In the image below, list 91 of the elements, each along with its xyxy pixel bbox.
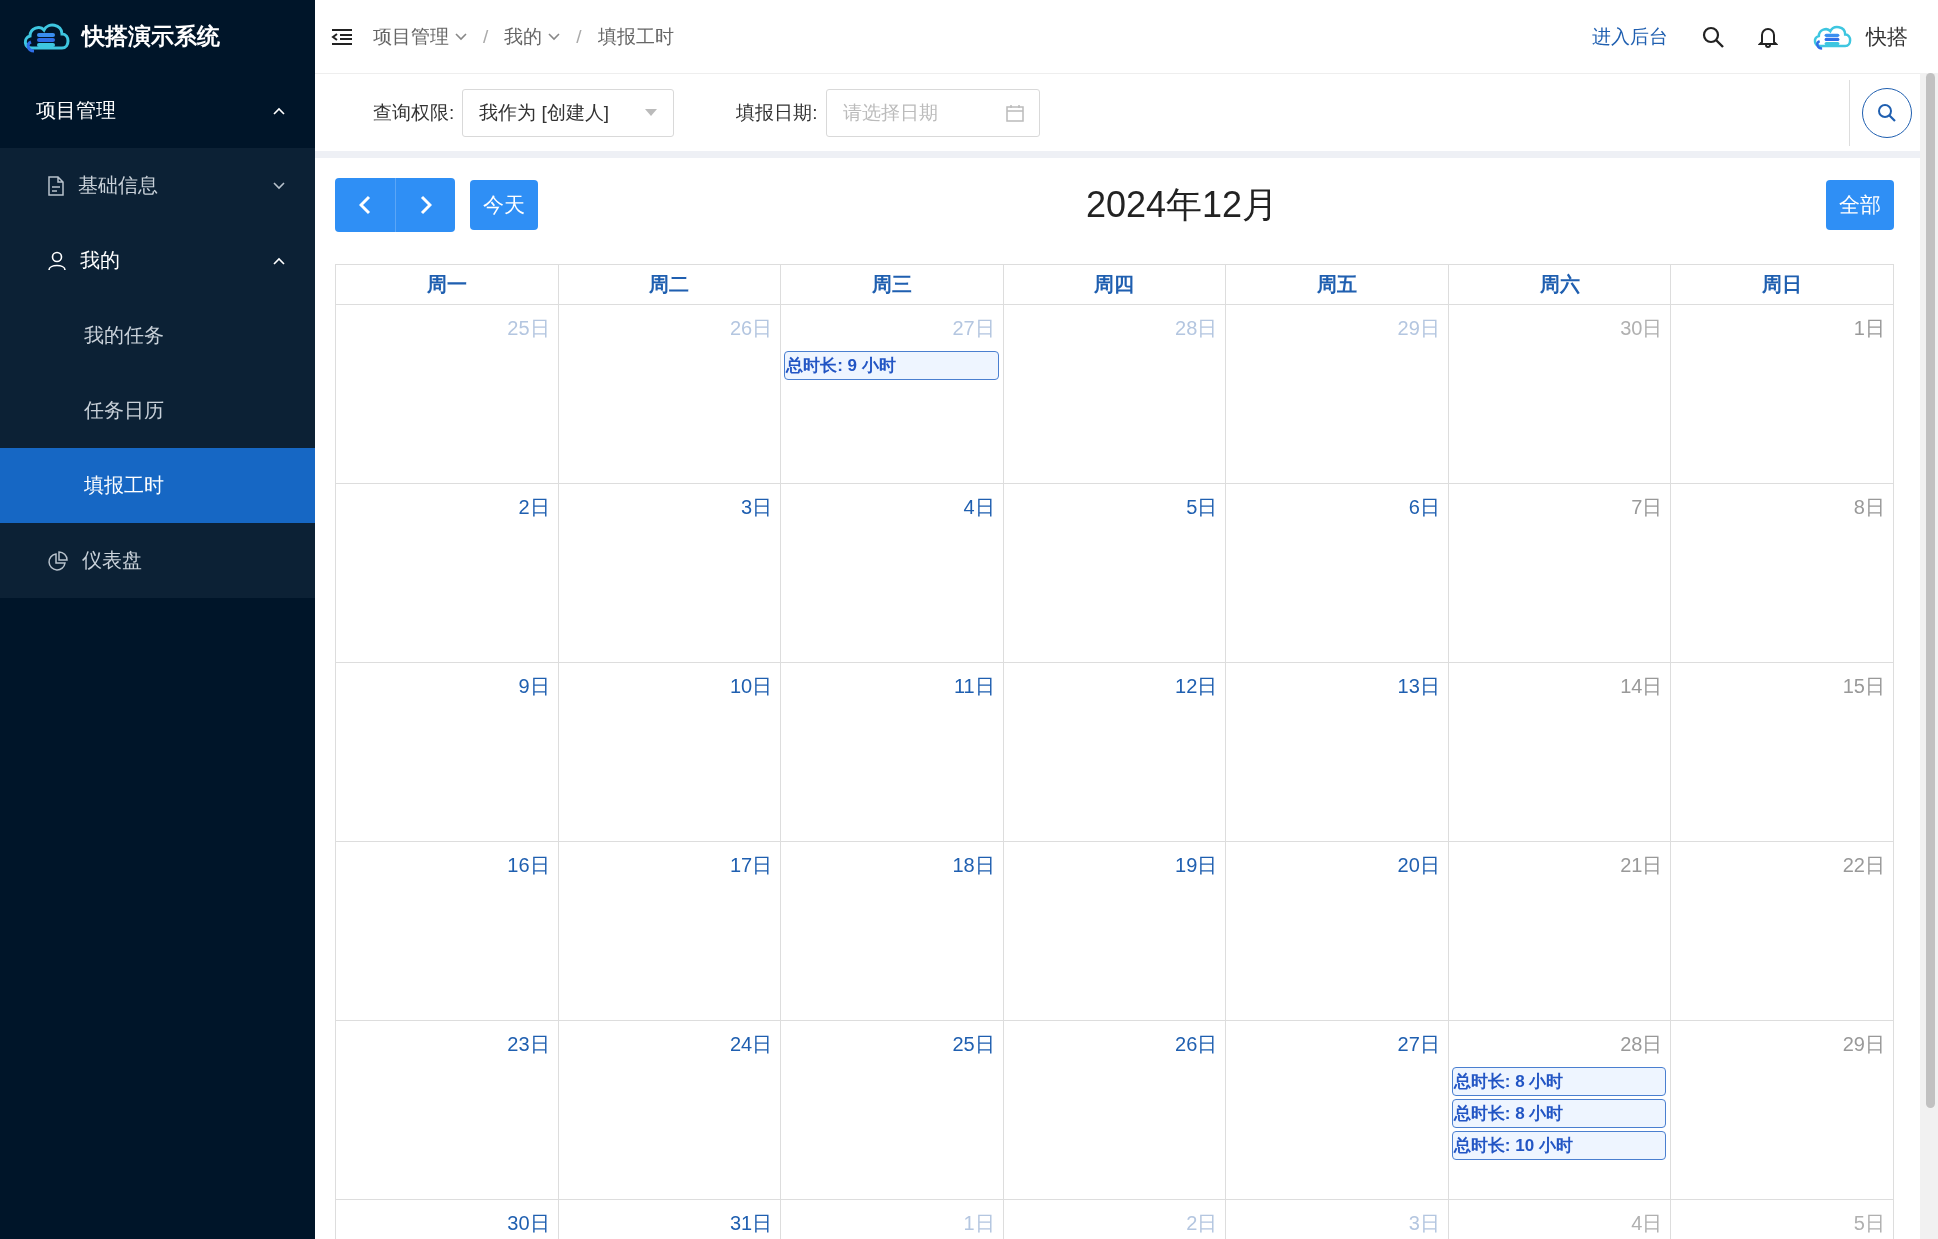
day-number: 28日 (1620, 1032, 1663, 1057)
day-number: 26日 (1175, 1032, 1218, 1057)
chevron-left-icon (359, 195, 371, 215)
weekday-header: 周二 (558, 265, 782, 305)
today-button[interactable]: 今天 (470, 180, 538, 230)
app-title: 快搭演示系统 (82, 22, 220, 51)
breadcrumb-separator: / (483, 25, 489, 48)
day-number: 15日 (1842, 674, 1885, 699)
weekday-header: 周六 (1448, 265, 1672, 305)
chevron-right-icon (419, 195, 432, 215)
menu-fold-icon[interactable] (331, 27, 353, 46)
sidebar-item[interactable]: 基础信息 (0, 148, 315, 223)
day-number: 28日 (1175, 316, 1218, 341)
day-number: 16日 (507, 853, 550, 878)
day-number: 7日 (1631, 495, 1663, 520)
weekday-header: 周三 (781, 265, 1004, 305)
chevron-icon (273, 256, 285, 265)
day-number: 5日 (1853, 1211, 1885, 1236)
day-number: 29日 (1397, 316, 1440, 341)
event-chip[interactable]: 总时长: 10 小时 (1451, 1131, 1667, 1160)
search-icon[interactable] (1702, 25, 1724, 48)
sidebar-item[interactable]: 任务日历 (0, 373, 315, 448)
day-number: 18日 (952, 853, 995, 878)
day-number: 1日 (963, 1211, 995, 1236)
sidebar-item[interactable]: 填报工时 (0, 448, 315, 523)
date-input[interactable]: 请选择日期 (825, 88, 1040, 137)
admin-link[interactable]: 进入后台 (1592, 23, 1668, 50)
scope-label: 查询权限: (373, 100, 455, 125)
day-number: 2日 (1186, 1211, 1218, 1236)
day-number: 10日 (729, 674, 773, 699)
breadcrumb-separator: / (576, 25, 582, 48)
sidebar-item[interactable]: 我的 (0, 223, 315, 298)
day-number: 26日 (729, 316, 773, 341)
day-number: 21日 (1620, 853, 1663, 878)
weekday-header: 周一 (336, 265, 559, 305)
dropdown-caret-icon (645, 108, 658, 117)
day-number: 27日 (1397, 1032, 1440, 1057)
calendar-icon (1005, 103, 1024, 122)
breadcrumb-item[interactable]: 项目管理 (373, 23, 467, 50)
bell-icon[interactable] (1758, 25, 1778, 48)
day-number: 12日 (1175, 674, 1218, 699)
day-number: 2日 (518, 495, 550, 520)
day-number: 14日 (1620, 674, 1663, 699)
all-button[interactable]: 全部 (1826, 180, 1894, 230)
day-number: 9日 (518, 674, 550, 699)
document-icon (48, 175, 64, 196)
day-number: 5日 (1186, 495, 1218, 520)
chevron-icon (455, 32, 467, 41)
day-number: 22日 (1842, 853, 1885, 878)
day-number: 17日 (729, 853, 773, 878)
pie-chart-icon (48, 550, 68, 571)
day-number: 4日 (963, 495, 995, 520)
day-number: 30日 (1620, 316, 1663, 341)
day-number: 6日 (1408, 495, 1440, 520)
event-chip[interactable]: 总时长: 9 小时 (784, 351, 999, 380)
day-number: 11日 (953, 674, 995, 699)
day-number: 19日 (1175, 853, 1218, 878)
day-number: 31日 (729, 1211, 773, 1236)
day-number: 4日 (1631, 1211, 1663, 1236)
weekday-header: 周四 (1003, 265, 1227, 305)
day-number: 25日 (507, 316, 550, 341)
day-number: 20日 (1397, 853, 1440, 878)
day-number: 23日 (507, 1032, 550, 1057)
sidebar-item[interactable]: 仪表盘 (0, 523, 315, 598)
search-button[interactable] (1862, 87, 1912, 138)
chevron-icon (548, 32, 561, 41)
day-number: 29日 (1842, 1032, 1885, 1057)
search-icon (1877, 102, 1897, 123)
user-icon (48, 250, 66, 271)
weekday-header: 周日 (1671, 265, 1894, 305)
day-number: 25日 (952, 1032, 995, 1057)
day-number: 13日 (1397, 674, 1440, 699)
event-chip[interactable]: 总时长: 8 小时 (1451, 1099, 1667, 1128)
day-number: 30日 (507, 1211, 550, 1236)
calendar-title: 2024年12月 (1085, 183, 1279, 225)
day-number: 3日 (741, 495, 773, 520)
event-chip[interactable]: 总时长: 8 小时 (1451, 1067, 1667, 1096)
day-number: 1日 (1853, 316, 1885, 341)
day-number: 8日 (1853, 495, 1885, 520)
sidebar-item[interactable]: 我的任务 (0, 298, 315, 373)
user-name[interactable]: 快搭 (1866, 22, 1908, 51)
breadcrumb-item[interactable]: 我的 (504, 23, 561, 50)
day-number: 27日 (952, 316, 995, 341)
weekday-header: 周五 (1226, 265, 1449, 305)
chevron-icon (273, 106, 285, 115)
chevron-icon (273, 181, 285, 190)
date-label: 填报日期: (736, 100, 818, 125)
breadcrumb-item[interactable]: 填报工时 (597, 23, 674, 50)
day-number: 24日 (729, 1032, 773, 1057)
day-number: 3日 (1408, 1211, 1440, 1236)
scope-select[interactable]: 我作为 [创建人] (462, 88, 675, 137)
